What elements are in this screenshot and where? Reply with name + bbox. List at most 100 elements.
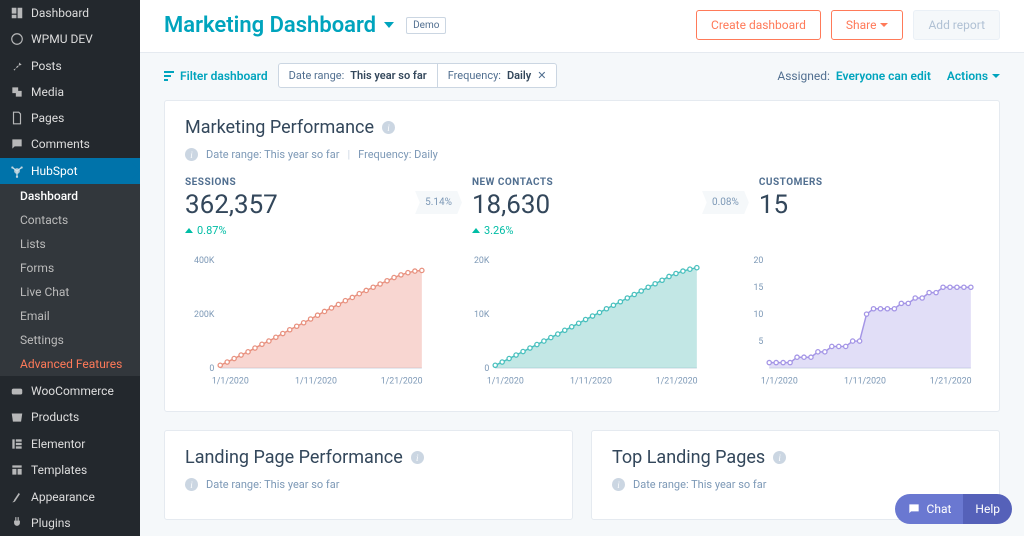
svg-text:15: 15 bbox=[754, 283, 764, 293]
sidebar-label: Dashboard bbox=[31, 6, 89, 20]
sidebar-label: Products bbox=[31, 410, 79, 424]
svg-text:20: 20 bbox=[754, 256, 764, 266]
info-icon: i bbox=[185, 478, 198, 491]
page-title-dropdown[interactable]: Marketing Dashboard bbox=[164, 13, 394, 38]
share-button[interactable]: Share bbox=[831, 10, 904, 40]
sidebar-item-media[interactable]: Media bbox=[0, 79, 140, 105]
card-title: Landing Page Performance bbox=[185, 447, 403, 468]
svg-text:1/1/2020: 1/1/2020 bbox=[212, 377, 249, 387]
frequency-text: Frequency: Daily bbox=[358, 148, 438, 161]
svg-text:1/11/2020: 1/11/2020 bbox=[844, 377, 886, 387]
svg-text:1/1/2020: 1/1/2020 bbox=[487, 377, 524, 387]
sidebar-label: WPMU DEV bbox=[31, 32, 93, 46]
sidebar-item-woocommerce[interactable]: WooCommerce bbox=[0, 378, 140, 404]
sidebar-item-pages[interactable]: Pages bbox=[0, 105, 140, 131]
caret-down-icon bbox=[384, 22, 394, 28]
sidebar-item-wpmu-dev[interactable]: WPMU DEV bbox=[0, 26, 140, 52]
sidebar-label: Appearance bbox=[31, 490, 95, 504]
svg-text:0: 0 bbox=[484, 364, 489, 374]
template-icon bbox=[10, 463, 24, 477]
info-icon: i bbox=[612, 478, 625, 491]
sidebar-label: Plugins bbox=[31, 516, 71, 530]
sidebar-label: Posts bbox=[31, 59, 62, 73]
add-report-button: Add report bbox=[913, 10, 1000, 40]
sidebar-sub-dashboard[interactable]: Dashboard bbox=[0, 184, 140, 208]
sidebar-item-posts[interactable]: Posts bbox=[0, 53, 140, 79]
svg-text:200K: 200K bbox=[194, 310, 215, 320]
chat-help-fab: Chat Help bbox=[895, 494, 1012, 524]
landing-page-performance-card: Landing Page Performance i i Date range: … bbox=[164, 430, 573, 520]
create-dashboard-button[interactable]: Create dashboard bbox=[696, 10, 821, 40]
sidebar-label: Templates bbox=[31, 463, 87, 477]
date-range-chip[interactable]: Date range: This year so far bbox=[279, 64, 438, 87]
page-title-text: Marketing Dashboard bbox=[164, 13, 376, 38]
caret-down-icon bbox=[880, 23, 888, 27]
help-button[interactable]: Help bbox=[963, 494, 1012, 524]
everyone-can-edit-link[interactable]: Everyone can edit bbox=[836, 69, 931, 83]
sidebar-sub-settings[interactable]: Settings bbox=[0, 328, 140, 352]
info-icon[interactable]: i bbox=[773, 451, 786, 464]
sessions-metric: SESSIONS 362,357 0.87% bbox=[185, 177, 405, 237]
wpmu-icon bbox=[10, 32, 24, 46]
sidebar-sub-lists[interactable]: Lists bbox=[0, 232, 140, 256]
pages-icon bbox=[10, 111, 24, 125]
svg-text:1/21/2020: 1/21/2020 bbox=[381, 377, 423, 387]
filter-icon bbox=[164, 71, 174, 81]
close-icon[interactable]: ✕ bbox=[537, 69, 546, 82]
trend-up-icon bbox=[185, 228, 193, 233]
hubspot-icon bbox=[10, 164, 24, 178]
svg-text:10K: 10K bbox=[474, 310, 490, 320]
plug-icon bbox=[10, 516, 24, 530]
sidebar-sub-email[interactable]: Email bbox=[0, 304, 140, 328]
dashboard-icon bbox=[10, 6, 24, 20]
customers-chart: 5 10 15 20 1/1/2020 1/11/2020 1/21/2020 bbox=[734, 251, 979, 391]
svg-text:5: 5 bbox=[759, 337, 764, 347]
sidebar-item-appearance[interactable]: Appearance bbox=[0, 484, 140, 510]
woo-icon bbox=[10, 384, 24, 398]
svg-text:10: 10 bbox=[754, 310, 764, 320]
sessions-conversion-badge: 5.14% bbox=[415, 191, 462, 214]
date-range-text: Date range: This year so far bbox=[206, 148, 339, 161]
filter-dashboard-link[interactable]: Filter dashboard bbox=[164, 69, 268, 83]
sidebar-item-products[interactable]: Products bbox=[0, 404, 140, 430]
product-icon bbox=[10, 410, 24, 424]
marketing-performance-card: Marketing Performance i i Date range: Th… bbox=[164, 100, 1000, 412]
card-title: Top Landing Pages bbox=[612, 447, 765, 468]
svg-text:400K: 400K bbox=[194, 256, 215, 266]
svg-text:1/21/2020: 1/21/2020 bbox=[930, 377, 972, 387]
sidebar-label: HubSpot bbox=[31, 164, 78, 178]
sidebar-item-dashboard[interactable]: Dashboard bbox=[0, 0, 140, 26]
sidebar-sub-forms[interactable]: Forms bbox=[0, 256, 140, 280]
media-icon bbox=[10, 85, 24, 99]
date-range-text: Date range: This year so far bbox=[206, 478, 339, 491]
sidebar-item-elementor[interactable]: Elementor bbox=[0, 431, 140, 457]
sidebar-item-hubspot[interactable]: HubSpot bbox=[0, 158, 140, 184]
card-title: Marketing Performance bbox=[185, 117, 374, 138]
sessions-chart: 0200K400K1/1/20201/11/20201/21/2020 bbox=[185, 251, 430, 391]
info-icon[interactable]: i bbox=[411, 451, 424, 464]
actions-dropdown[interactable]: Actions bbox=[947, 69, 1000, 83]
sidebar-sub-live-chat[interactable]: Live Chat bbox=[0, 280, 140, 304]
date-range-text: Date range: This year so far bbox=[633, 478, 766, 491]
new-contacts-metric: NEW CONTACTS 18,630 3.26% bbox=[472, 177, 692, 237]
sidebar-item-plugins[interactable]: Plugins bbox=[0, 510, 140, 536]
sidebar-label: Media bbox=[31, 85, 64, 99]
assigned-label: Assigned: bbox=[777, 69, 830, 83]
contacts-conversion-badge: 0.08% bbox=[702, 191, 749, 214]
trend-up-icon bbox=[472, 228, 480, 233]
svg-text:0: 0 bbox=[209, 364, 214, 374]
svg-text:1/1/2020: 1/1/2020 bbox=[761, 377, 798, 387]
frequency-chip[interactable]: Frequency: Daily ✕ bbox=[438, 64, 557, 87]
sidebar-sub-advanced-features[interactable]: Advanced Features bbox=[0, 352, 140, 376]
chat-button[interactable]: Chat bbox=[895, 494, 964, 524]
sidebar-item-templates[interactable]: Templates bbox=[0, 457, 140, 483]
demo-badge: Demo bbox=[406, 17, 446, 34]
info-icon[interactable]: i bbox=[382, 121, 395, 134]
info-icon: i bbox=[185, 148, 198, 161]
sidebar-item-comments[interactable]: Comments bbox=[0, 131, 140, 157]
sidebar-sub-contacts[interactable]: Contacts bbox=[0, 208, 140, 232]
wp-admin-sidebar: Dashboard WPMU DEV Posts Media Pages Comment… bbox=[0, 0, 140, 536]
pin-icon bbox=[10, 59, 24, 73]
sidebar-label: Pages bbox=[31, 111, 64, 125]
filter-bar: Filter dashboard Date range: This year s… bbox=[140, 53, 1024, 100]
